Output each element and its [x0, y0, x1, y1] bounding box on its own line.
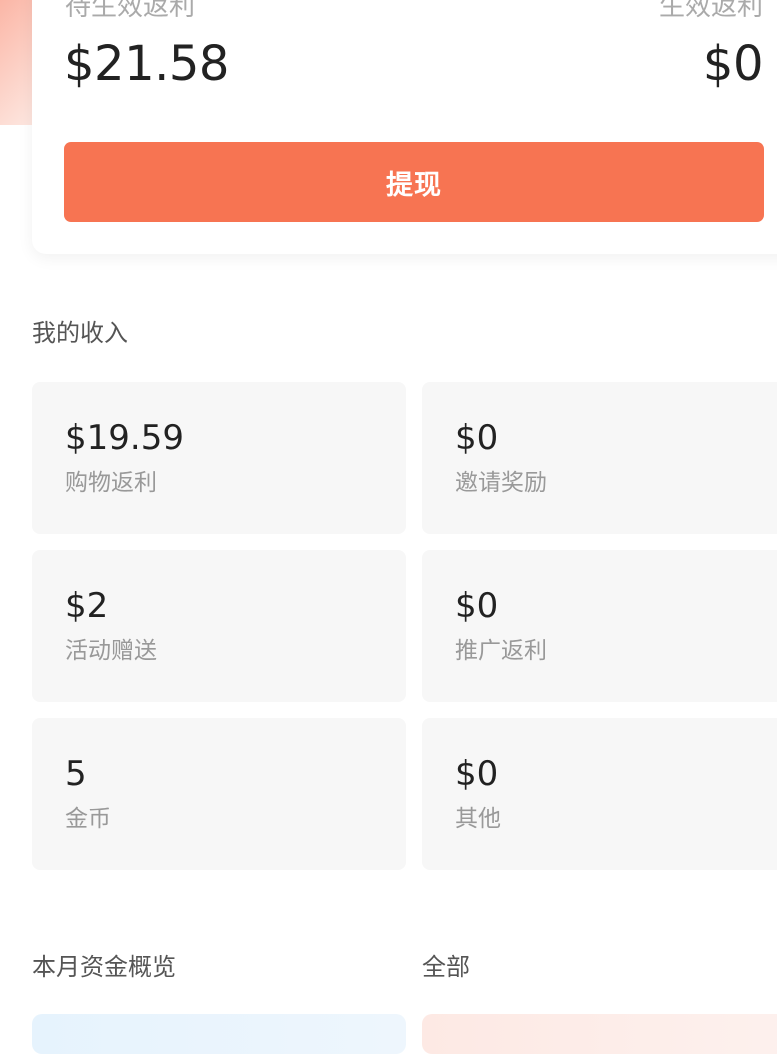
effective-rebate-label: 生效返利	[658, 0, 763, 22]
income-label: 购物返利	[65, 470, 157, 496]
income-label: 其他	[455, 806, 501, 832]
income-card-invite-reward[interactable]: $0 邀请奖励	[422, 382, 777, 534]
income-card-promotion-rebate[interactable]: $0 推广返利	[422, 550, 777, 702]
pending-rebate-label: 待生效返利	[65, 0, 196, 22]
income-card-gold-coins[interactable]: 5 金币	[32, 718, 406, 870]
income-value: $2	[65, 586, 109, 626]
effective-rebate-value: $0	[702, 36, 764, 92]
income-label: 金币	[65, 806, 111, 832]
income-label: 活动赠送	[65, 638, 157, 664]
monthly-overview-title: 本月资金概览	[32, 953, 176, 981]
overview-card-income[interactable]	[32, 1014, 406, 1054]
income-value: $0	[455, 418, 499, 458]
withdraw-button[interactable]: 提现	[64, 142, 764, 222]
income-value: 5	[65, 754, 87, 794]
income-value: $0	[455, 586, 499, 626]
income-card-other[interactable]: $0 其他	[422, 718, 777, 870]
my-income-title: 我的收入	[32, 319, 128, 347]
income-card-shopping-rebate[interactable]: $19.59 购物返利	[32, 382, 406, 534]
income-label: 邀请奖励	[455, 470, 547, 496]
overview-card-expense[interactable]	[422, 1014, 777, 1054]
income-value: $0	[455, 754, 499, 794]
income-label: 推广返利	[455, 638, 547, 664]
pending-rebate-value: $21.58	[64, 36, 229, 92]
overview-filter-all[interactable]: 全部	[422, 952, 470, 982]
income-card-activity-gift[interactable]: $2 活动赠送	[32, 550, 406, 702]
income-value: $19.59	[65, 418, 184, 458]
